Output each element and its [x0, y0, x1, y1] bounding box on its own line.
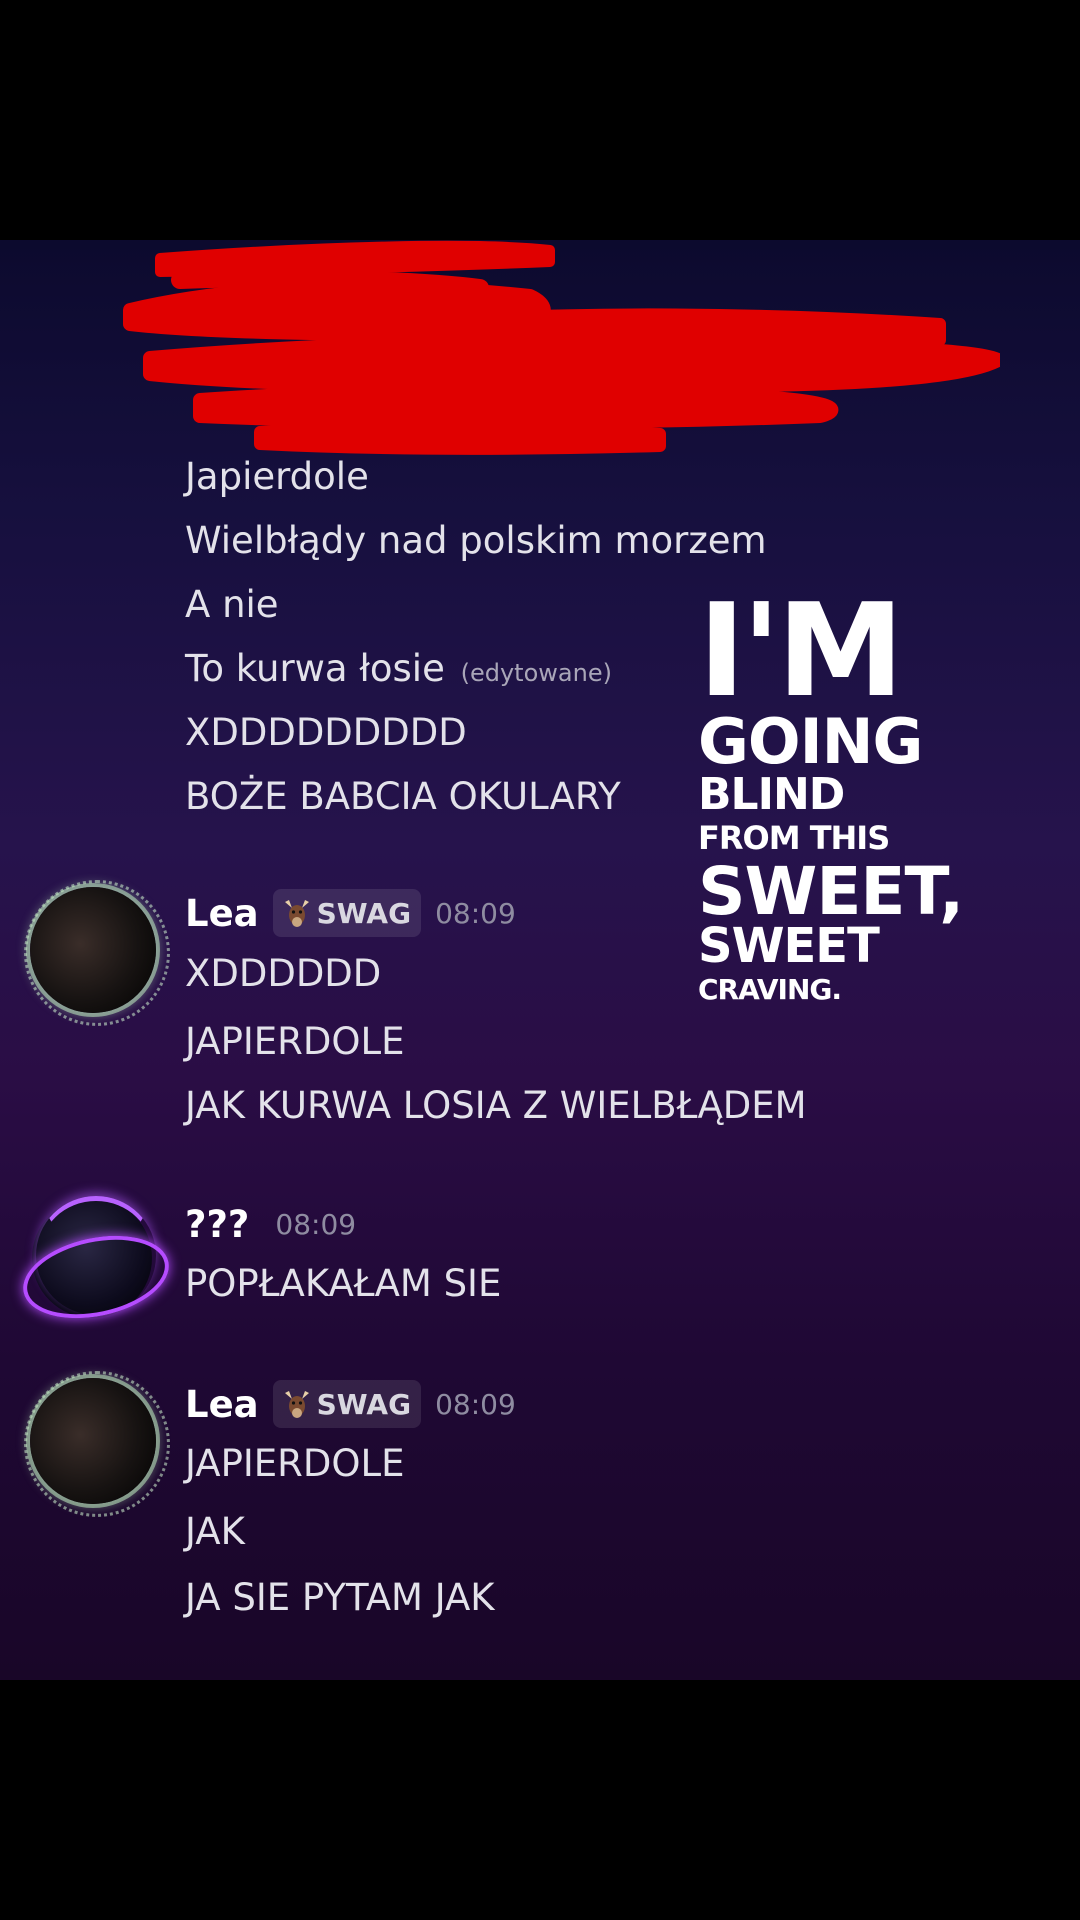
- message-line: JAPIERDOLE: [185, 1442, 405, 1485]
- timestamp: 08:09: [435, 1387, 516, 1421]
- guild-tag[interactable]: SWAG: [272, 1380, 422, 1428]
- message-header: Lea SWAG 08:09: [185, 1378, 516, 1430]
- guild-tag[interactable]: SWAG: [272, 889, 422, 937]
- author-name[interactable]: Lea: [185, 892, 259, 935]
- message-line: JAK KURWA LOSIA Z WIELBŁĄDEM: [185, 1084, 807, 1127]
- message-line: JA SIE PYTAM JAK: [185, 1576, 495, 1619]
- author-name[interactable]: Lea: [185, 1383, 259, 1426]
- message-line: JAK: [185, 1510, 245, 1553]
- overlay-text-line: SWEET,: [698, 853, 964, 930]
- avatar-lea[interactable]: [30, 887, 156, 1013]
- goat-head-icon: [284, 900, 309, 927]
- avatar-lea[interactable]: [30, 1378, 156, 1504]
- overlay-text-line: FROM THIS: [698, 819, 890, 857]
- message-line: A nie: [185, 583, 279, 626]
- message-header: ??? 08:09: [185, 1198, 356, 1250]
- author-name[interactable]: ???: [185, 1203, 249, 1246]
- screenshot-frame: Japierdole Wielbłądy nad polskim morzem …: [0, 0, 1080, 1920]
- timestamp: 08:09: [275, 1207, 357, 1241]
- message-line: JAPIERDOLE: [185, 1020, 405, 1063]
- goat-head-icon: [284, 1391, 309, 1418]
- message-text: To kurwa łosie: [185, 647, 445, 690]
- message-line: XDDDDDD: [185, 952, 382, 995]
- message-line: To kurwa łosie (edytowane): [185, 647, 612, 695]
- message-header: Lea SWAG 08:09: [185, 887, 516, 939]
- overlay-text-line: I'M: [698, 577, 904, 726]
- overlay-text-line: SWEET: [698, 918, 880, 974]
- overlay-text-line: CRAVING.: [698, 973, 842, 1006]
- guild-tag-label: SWAG: [316, 1387, 412, 1421]
- message-line: POPŁAKAŁAM SIE: [185, 1262, 502, 1305]
- overlay-text-line: GOING: [698, 705, 923, 778]
- message-line: Japierdole: [185, 455, 369, 498]
- overlay-text-line: BLIND: [698, 769, 845, 820]
- message-line: XDDDDDDDDD: [185, 711, 467, 754]
- message-line: BOŻE BABCIA OKULARY: [185, 775, 621, 818]
- message-line: Wielbłądy nad polskim morzem: [185, 519, 767, 562]
- timestamp: 08:09: [435, 896, 516, 930]
- red-redaction-scribble: [123, 240, 1000, 455]
- edited-label: (edytowane): [460, 659, 612, 687]
- guild-tag-label: SWAG: [316, 896, 412, 930]
